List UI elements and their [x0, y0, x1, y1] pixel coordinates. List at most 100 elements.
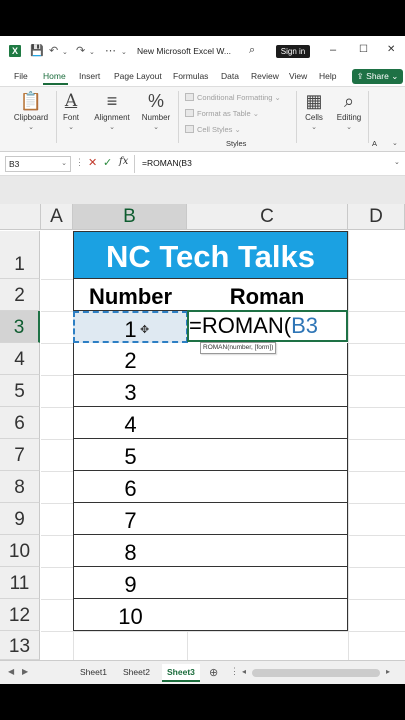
header-roman-cell[interactable]: Roman [187, 279, 348, 311]
expand-formula-bar-icon[interactable]: ⌄ [394, 158, 400, 166]
cell-c8[interactable] [187, 471, 348, 503]
tab-view[interactable]: View [289, 71, 307, 81]
redo-dropdown-icon[interactable]: ⌄ [89, 48, 95, 56]
cell-b5[interactable]: 3 [73, 375, 188, 407]
collapse-ribbon-icon[interactable]: ⌄ [392, 139, 398, 147]
cancel-icon[interactable]: ✕ [88, 156, 97, 169]
row-header-5[interactable]: 5 [0, 375, 40, 407]
search-icon[interactable]: ⌕ [249, 44, 255, 57]
select-all-corner[interactable] [0, 204, 41, 230]
styles-group-label: Styles [226, 139, 247, 148]
cell-b7[interactable]: 5 [73, 439, 188, 471]
excel-icon: X [9, 45, 21, 57]
separator-band [0, 176, 405, 204]
cell-b6[interactable]: 4 [73, 407, 188, 439]
chevron-down-icon: ⌄ [68, 124, 74, 131]
row-header-6[interactable]: 6 [0, 407, 40, 439]
minimize-icon[interactable]: – [330, 44, 336, 56]
column-header-a[interactable]: A [41, 204, 73, 230]
restore-icon[interactable]: ☐ [359, 44, 368, 55]
cell-c10[interactable] [187, 535, 348, 567]
horizontal-scrollbar[interactable] [252, 669, 380, 677]
customize-qat-icon[interactable]: ⌄ [121, 48, 127, 56]
editing-group[interactable]: ⌕ Editing ⌄ [333, 87, 365, 149]
undo-dropdown-icon[interactable]: ⌄ [62, 48, 68, 56]
tab-home[interactable]: Home [43, 71, 66, 81]
alignment-group[interactable]: ≡ Alignment ⌄ [90, 87, 134, 149]
column-header-d[interactable]: D [348, 204, 405, 230]
name-box[interactable]: B3 ⌄ [5, 156, 71, 172]
font-group[interactable]: A Font ⌄ [57, 87, 85, 149]
function-tooltip[interactable]: ROMAN(number, [form]) [200, 342, 277, 354]
tab-review[interactable]: Review [251, 71, 279, 81]
worksheet-grid[interactable]: A B C D 1 2 3 4 5 6 7 8 9 10 11 12 13 NC… [0, 204, 405, 660]
row-header-9[interactable]: 9 [0, 503, 40, 535]
hscroll-left-icon[interactable]: ◂ [242, 667, 246, 676]
tab-formulas[interactable]: Formulas [173, 71, 208, 81]
insert-function-icon[interactable]: fx [119, 156, 128, 167]
save-icon[interactable]: 💾 [30, 44, 44, 57]
row-header-10[interactable]: 10 [0, 535, 40, 567]
undo-icon[interactable]: ↶ [49, 44, 58, 57]
add-sheet-icon[interactable]: ⊕ [209, 666, 218, 679]
cell-b4[interactable]: 2 [73, 343, 188, 375]
cell-styles-icon [185, 125, 194, 133]
header-number-cell[interactable]: Number [73, 279, 188, 311]
column-header-b[interactable]: B [73, 204, 187, 230]
scroll-right-icon[interactable]: ▶ [22, 667, 28, 676]
cell-c11[interactable] [187, 567, 348, 599]
number-group[interactable]: % Number ⌄ [139, 87, 173, 149]
cell-c7[interactable] [187, 439, 348, 471]
cell-c5[interactable] [187, 375, 348, 407]
hscroll-right-icon[interactable]: ▸ [386, 667, 390, 676]
cell-c9[interactable] [187, 503, 348, 535]
cell-c6[interactable] [187, 407, 348, 439]
sheet-tab-2[interactable]: Sheet2 [123, 667, 150, 677]
tab-data[interactable]: Data [221, 71, 239, 81]
clipboard-group[interactable]: 📋 Clipboard ⌄ [8, 87, 54, 149]
more-icon[interactable]: ⋮ [230, 666, 239, 677]
close-icon[interactable]: ✕ [387, 44, 395, 55]
cell-c12[interactable] [187, 599, 348, 631]
enter-icon[interactable]: ✓ [103, 156, 112, 169]
cell-b11[interactable]: 9 [73, 567, 188, 599]
title-cell-b1[interactable]: NC Tech Talks [73, 231, 348, 279]
tab-page-layout[interactable]: Page Layout [114, 71, 162, 81]
row-header-11[interactable]: 11 [0, 567, 40, 599]
row-header-4[interactable]: 4 [0, 343, 40, 375]
column-header-c[interactable]: C [187, 204, 348, 230]
cell-b10[interactable]: 8 [73, 535, 188, 567]
redo-icon[interactable]: ↷ [76, 44, 85, 57]
conditional-formatting-button[interactable]: Conditional Formatting ⌄ [185, 93, 281, 102]
cell-b8[interactable]: 6 [73, 471, 188, 503]
tab-insert[interactable]: Insert [79, 71, 100, 81]
cell-styles-button[interactable]: Cell Styles ⌄ [185, 125, 241, 134]
row-header-1[interactable]: 1 [0, 231, 40, 279]
sheet-tab-bar: ◀ ▶ Sheet1 Sheet2 Sheet3 ⊕ ⋮ ◂ ▸ [0, 660, 405, 684]
row-header-3[interactable]: 3 [0, 311, 40, 343]
name-box-value: B3 [9, 159, 20, 169]
cells-group[interactable]: ▦ Cells ⌄ [300, 87, 328, 149]
formula-input[interactable]: =ROMAN(B3 [142, 158, 192, 168]
scroll-left-icon[interactable]: ◀ [8, 667, 14, 676]
row-header-13[interactable]: 13 [0, 631, 40, 660]
sheet-tab-3[interactable]: Sheet3 [162, 664, 200, 682]
font-label: Font [62, 113, 79, 122]
row-header-2[interactable]: 2 [0, 279, 40, 311]
format-as-table-button[interactable]: Format as Table ⌄ [185, 109, 259, 118]
sheet-tab-1[interactable]: Sheet1 [80, 667, 107, 677]
chevron-down-icon: ⌄ [28, 124, 34, 131]
tab-file[interactable]: File [14, 71, 28, 81]
row-header-8[interactable]: 8 [0, 471, 40, 503]
cell-b12[interactable]: 10 [73, 599, 188, 631]
row-header-7[interactable]: 7 [0, 439, 40, 471]
row-header-12[interactable]: 12 [0, 599, 40, 631]
more-icon[interactable]: ⋯ [105, 44, 116, 57]
cell-c3-editing[interactable]: =ROMAN(B3 [187, 310, 348, 342]
tab-help[interactable]: Help [319, 71, 336, 81]
add-ins-group-label: A [372, 139, 378, 148]
cell-b3[interactable]: 1 [73, 311, 188, 343]
sign-in-button[interactable]: Sign in [276, 45, 310, 58]
share-button[interactable]: ⇪ Share ⌄ [352, 69, 403, 84]
cell-b9[interactable]: 7 [73, 503, 188, 535]
